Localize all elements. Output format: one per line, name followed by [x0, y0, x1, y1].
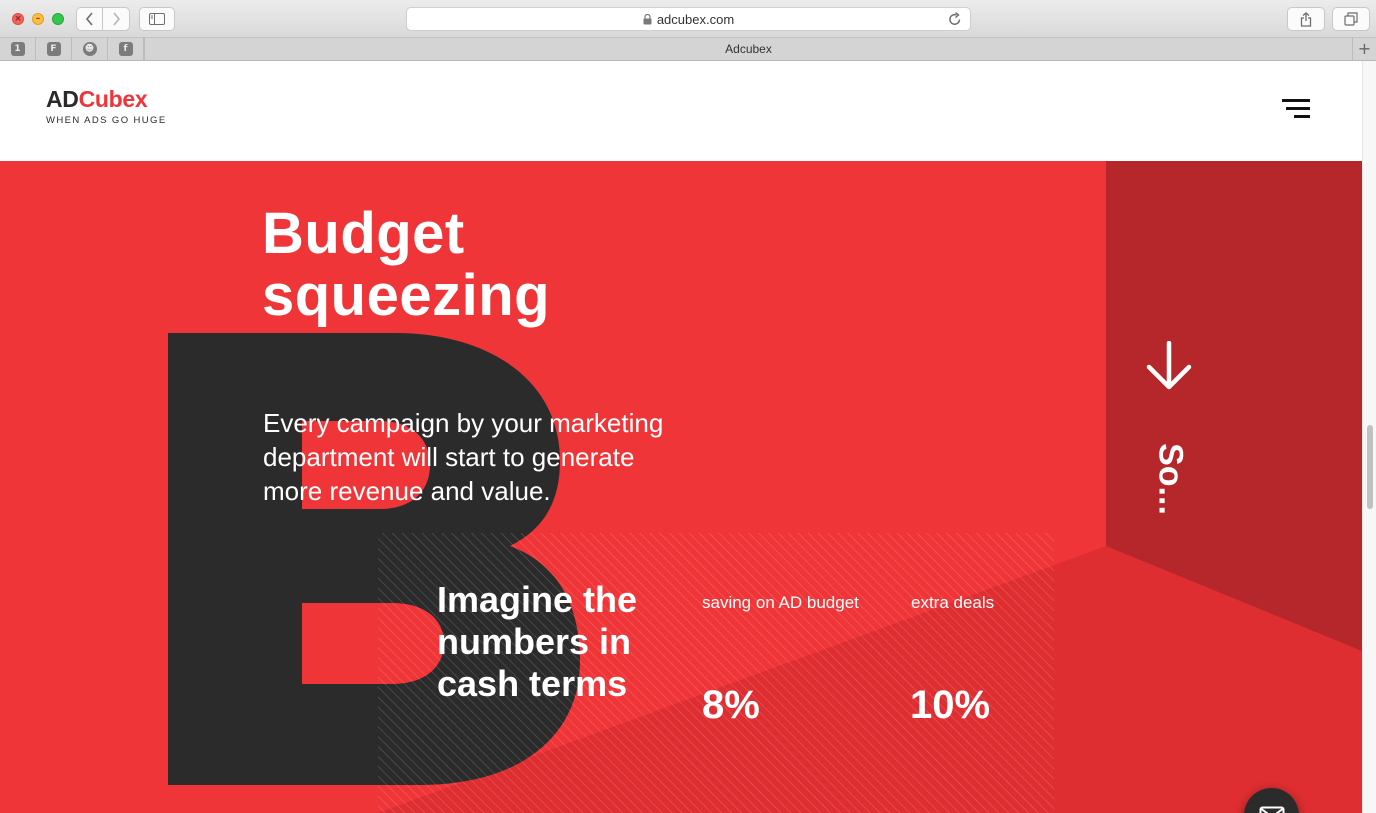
back-button[interactable]: [76, 7, 103, 31]
hero-text-line-2: department will start to generate: [263, 442, 635, 472]
hero-description: Every campaign by your marketing departm…: [263, 406, 783, 508]
share-icon: [1300, 11, 1312, 27]
page-scrollbar[interactable]: [1362, 61, 1376, 813]
lock-icon: [643, 13, 652, 25]
favorite-1-icon: 1: [10, 42, 25, 56]
sidebar-toggle-button[interactable]: [139, 7, 175, 31]
stat-value-saving: 8%: [702, 683, 760, 727]
cash-line-3: cash terms: [437, 663, 628, 704]
adcubex-logo[interactable]: ADCubex WHEN ADS GO HUGE: [46, 87, 167, 126]
favorite-1[interactable]: 1: [0, 38, 36, 60]
envelope-icon: [1259, 806, 1284, 813]
cash-line-1: Imagine the: [437, 579, 638, 620]
reload-icon[interactable]: [948, 11, 962, 30]
hero-title-line-1: Budget: [262, 201, 465, 266]
chevron-right-icon: [113, 12, 121, 26]
logo-ad: AD: [46, 86, 79, 112]
share-button[interactable]: [1287, 7, 1325, 31]
sidebar-icon: [149, 13, 165, 25]
history-nav: [76, 7, 130, 31]
hero-text-line-3: more revenue and value.: [263, 476, 551, 506]
cash-line-2: numbers in: [437, 621, 632, 662]
hero-title-line-2: squeezing: [262, 263, 551, 328]
hero-section: Budget squeezing Every campaign by your …: [0, 161, 1362, 813]
url-text: adcubex.com: [656, 11, 735, 27]
logo-wordmark: ADCubex: [46, 87, 167, 111]
smiley-icon: ☻: [82, 42, 97, 56]
favorites-bar: 1 F ☻ f Adcubex +: [0, 38, 1376, 61]
arrow-down-icon[interactable]: [1145, 340, 1193, 396]
favorite-f-icon: F: [46, 42, 61, 56]
address-bar[interactable]: adcubex.com: [406, 7, 971, 31]
active-tab-title[interactable]: Adcubex: [144, 38, 1352, 60]
hero-text-line-1: Every campaign by your marketing: [263, 408, 664, 438]
favorite-face[interactable]: ☻: [72, 38, 108, 60]
forward-button[interactable]: [103, 7, 130, 31]
new-tab-button[interactable]: +: [1352, 38, 1376, 60]
favorite-f[interactable]: F: [36, 38, 72, 60]
facebook-icon: f: [118, 42, 133, 56]
stat-label-deals: extra deals: [911, 593, 995, 612]
hero-title: Budget squeezing: [262, 203, 550, 327]
logo-cubex: Cubex: [78, 86, 148, 112]
stat-value-deals: 10%: [910, 683, 991, 727]
close-window-button[interactable]: ×: [12, 13, 24, 25]
favorite-facebook[interactable]: f: [108, 38, 144, 60]
cash-terms-heading: Imagine the numbers in cash terms: [437, 579, 637, 705]
scroll-thumb[interactable]: [1367, 425, 1373, 509]
chevron-left-icon: [85, 12, 93, 26]
scroll-so-label[interactable]: So...: [1151, 443, 1190, 515]
site-header: ADCubex WHEN ADS GO HUGE: [0, 61, 1362, 161]
stat-label-saving: saving on AD budget: [702, 593, 859, 612]
hamburger-menu-icon[interactable]: [1282, 97, 1310, 121]
logo-tagline: WHEN ADS GO HUGE: [46, 115, 167, 126]
maximize-window-button[interactable]: [52, 13, 64, 25]
show-tabs-button[interactable]: [1332, 7, 1370, 31]
tabs-icon: [1344, 12, 1358, 26]
page-viewport: ADCubex WHEN ADS GO HUGE Budget squeezin…: [0, 61, 1376, 813]
browser-titlebar: × – adcubex.com: [0, 0, 1376, 38]
minimize-window-button[interactable]: –: [32, 13, 44, 25]
